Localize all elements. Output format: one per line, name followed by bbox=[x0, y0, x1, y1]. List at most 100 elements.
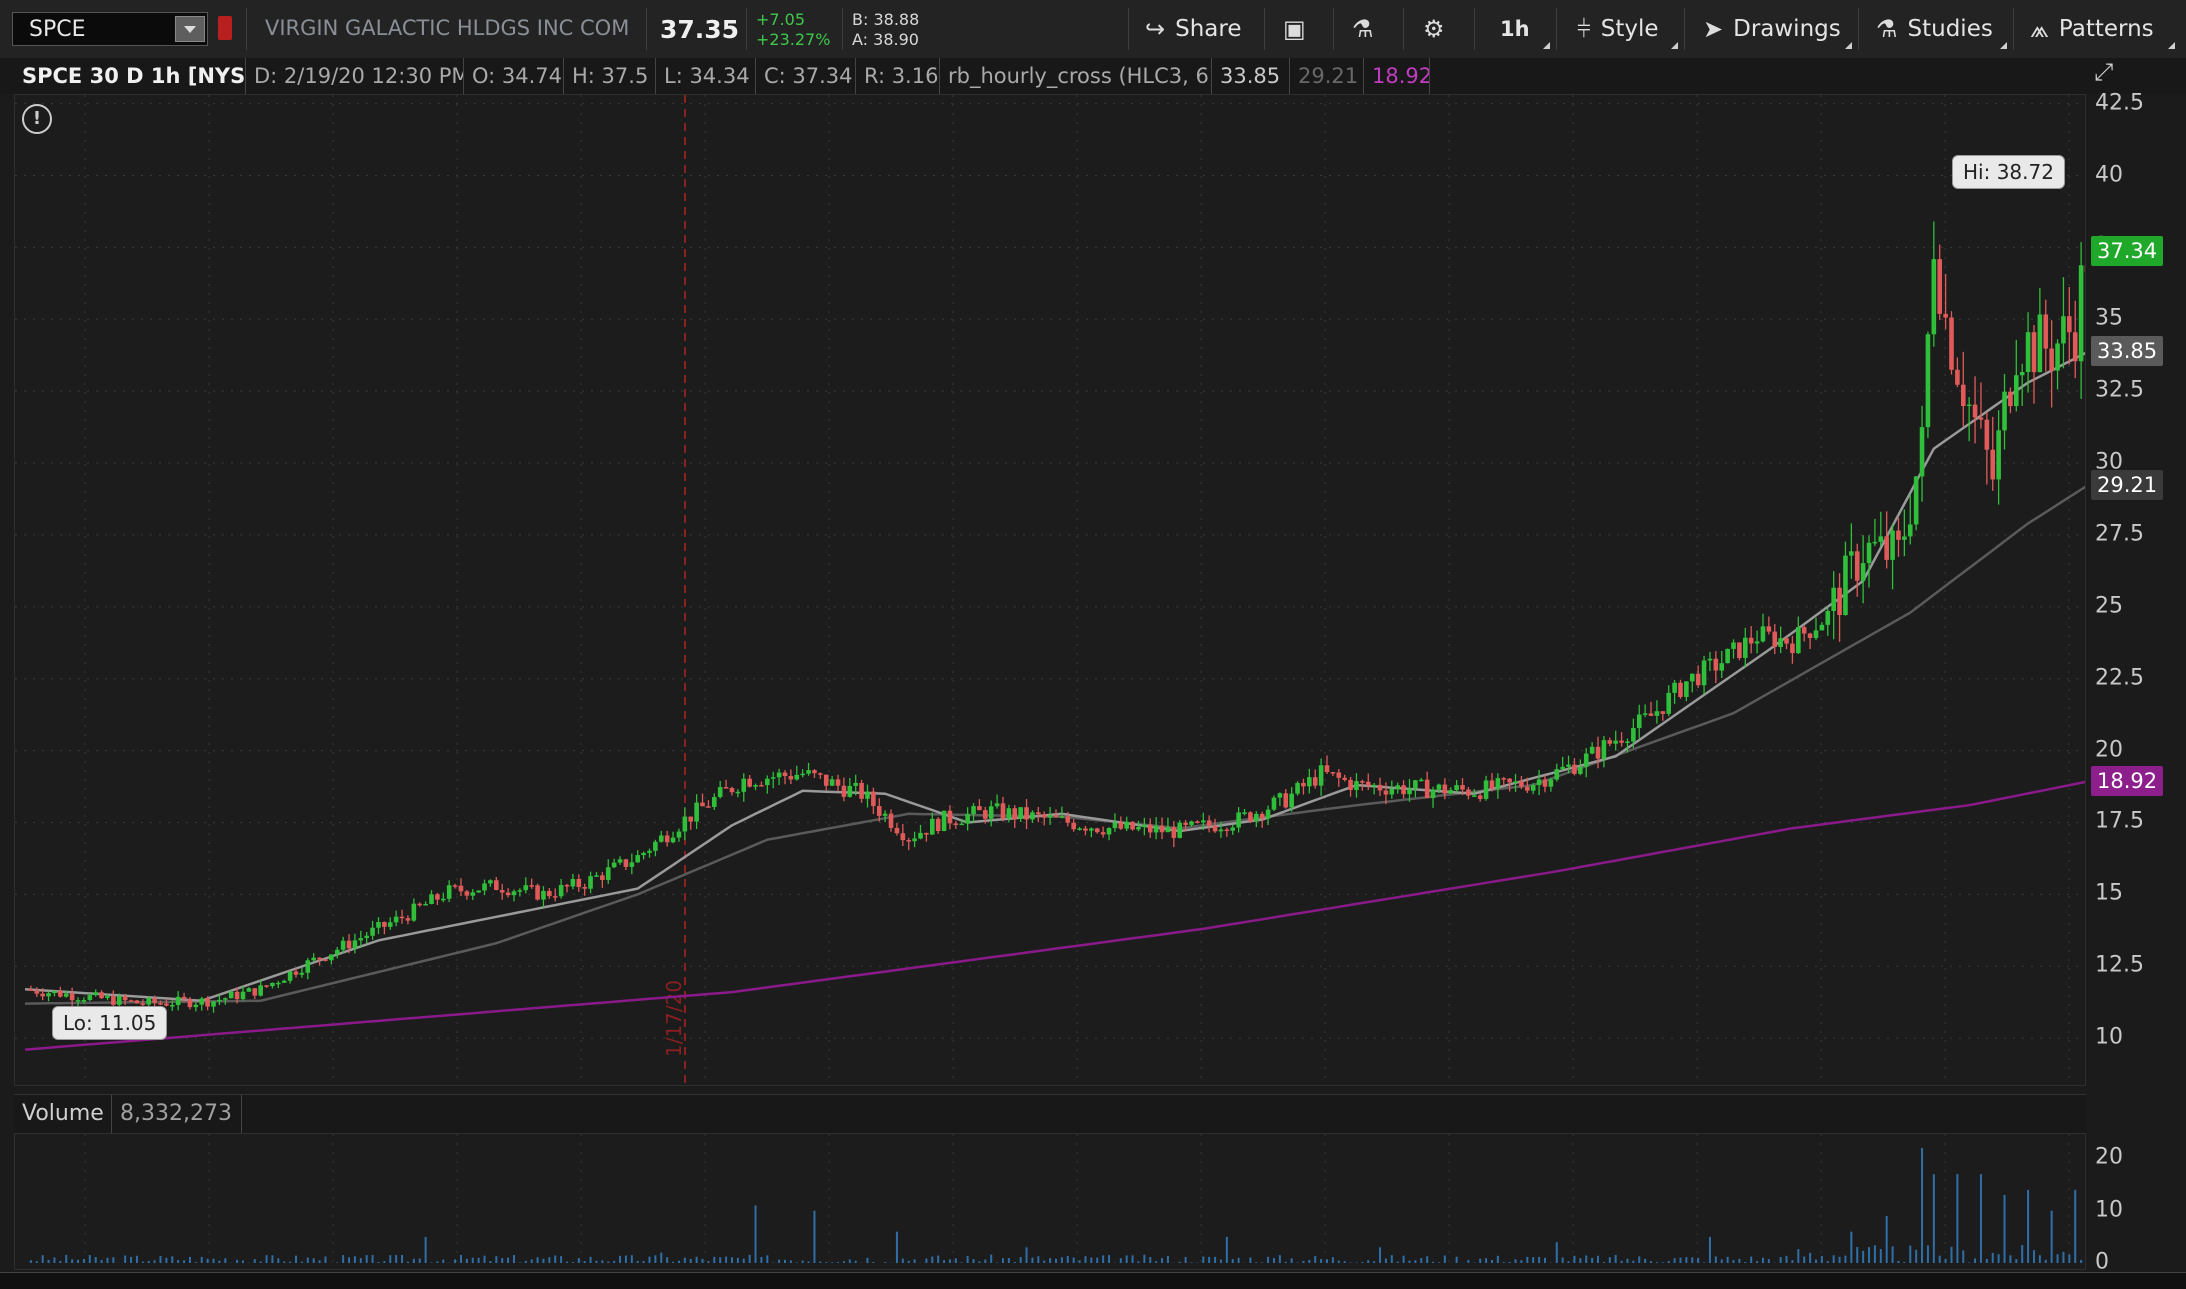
candle-up bbox=[2025, 332, 2031, 372]
candle-down bbox=[1695, 673, 1701, 686]
style-button[interactable]: ⫩ Style bbox=[1577, 0, 1659, 58]
candle-down bbox=[924, 832, 929, 835]
ma-slow-line bbox=[24, 485, 2085, 1005]
candle-down bbox=[1896, 530, 1901, 540]
candle-down bbox=[58, 990, 63, 997]
candle-down bbox=[841, 785, 847, 797]
volume-chart[interactable] bbox=[14, 1133, 2086, 1270]
candle-up bbox=[299, 972, 305, 975]
candle-down bbox=[729, 787, 735, 793]
candle-down bbox=[759, 785, 764, 787]
study-value-long: 18.92 bbox=[1364, 58, 1430, 94]
price-axis[interactable]: 42.54037.53532.53027.52522.52017.51512.5… bbox=[2087, 90, 2186, 1086]
candle-up bbox=[446, 885, 452, 899]
candle-down bbox=[1790, 643, 1795, 654]
candle-up bbox=[1548, 779, 1554, 787]
studies-button[interactable]: ⚗ Studies bbox=[1876, 0, 1993, 58]
candle-up bbox=[2055, 343, 2060, 371]
share-button[interactable]: ↪ Share bbox=[1145, 0, 1241, 58]
candle-up bbox=[423, 904, 428, 906]
bar-low: L: 34.34 bbox=[656, 58, 756, 94]
candle-up bbox=[1636, 714, 1642, 729]
symbol-selector[interactable]: SPCE bbox=[12, 12, 208, 46]
candle-down bbox=[417, 903, 423, 906]
candle-down bbox=[2049, 348, 2054, 371]
candle-up bbox=[941, 810, 947, 832]
low-callout: Lo: 11.05 bbox=[52, 1006, 168, 1040]
candle-up bbox=[1872, 541, 1878, 544]
candle-down bbox=[187, 999, 193, 1008]
candle-down bbox=[1960, 384, 1966, 407]
candle-down bbox=[34, 990, 40, 994]
candle-up bbox=[2061, 316, 2066, 344]
chart-title[interactable]: SPCE 30 D 1h [NYSE] bbox=[14, 58, 246, 94]
candle-down bbox=[723, 787, 729, 789]
candle-up bbox=[965, 814, 970, 824]
study-name[interactable]: rb_hourly_cross (HLC3, 6) bbox=[940, 58, 1212, 94]
candle-up bbox=[1242, 812, 1247, 814]
candle-up bbox=[1831, 587, 1836, 611]
bottom-scroll-bar[interactable] bbox=[0, 1272, 2186, 1289]
candle-down bbox=[1224, 829, 1230, 832]
patterns-label: Patterns bbox=[2058, 16, 2154, 42]
candle-up bbox=[193, 1004, 199, 1008]
candle-up bbox=[629, 862, 635, 867]
patterns-button[interactable]: ⩕ Patterns bbox=[2030, 0, 2154, 58]
candle-down bbox=[128, 1000, 134, 1002]
volume-axis: 20 10 0 bbox=[2087, 1133, 2186, 1275]
candle-up bbox=[853, 782, 858, 786]
candle-up bbox=[1931, 259, 1937, 335]
candle-up bbox=[1471, 795, 1477, 797]
drawings-button[interactable]: ➤ Drawings bbox=[1703, 0, 1841, 58]
toolbar-separator bbox=[1556, 8, 1557, 50]
candle-up bbox=[1654, 711, 1660, 716]
candle-down bbox=[1360, 781, 1365, 783]
candle-up bbox=[476, 890, 481, 893]
candle-up bbox=[116, 996, 122, 1005]
candle-up bbox=[1218, 829, 1224, 832]
volume-axis-tick: 10 bbox=[2095, 1197, 2123, 1223]
candle-down bbox=[1943, 313, 1948, 318]
chart-settings-grid-button[interactable]: ▣ bbox=[1283, 0, 1306, 58]
candle-down bbox=[894, 827, 900, 834]
chart-settings-button[interactable]: ⚙ bbox=[1423, 0, 1445, 58]
timeframe-button[interactable]: 1h bbox=[1500, 0, 1530, 58]
candle-down bbox=[1195, 821, 1200, 823]
symbol-dropdown-button[interactable] bbox=[175, 16, 205, 42]
candle-up bbox=[1059, 816, 1065, 818]
candle-up bbox=[105, 996, 110, 999]
candle-up bbox=[376, 922, 381, 928]
expand-chart-icon[interactable]: ⤢ bbox=[2094, 58, 2128, 90]
candle-down bbox=[2031, 332, 2037, 373]
candle-up bbox=[258, 985, 263, 996]
candle-down bbox=[1619, 740, 1624, 743]
candle-down bbox=[1377, 784, 1383, 791]
candle-up bbox=[611, 862, 617, 868]
candle-down bbox=[152, 998, 157, 1004]
candle-down bbox=[529, 885, 534, 887]
link-group-icon[interactable] bbox=[218, 16, 232, 40]
drawings-label: Drawings bbox=[1733, 16, 1841, 42]
candle-down bbox=[823, 774, 829, 786]
candle-down bbox=[1572, 764, 1577, 774]
candle-down bbox=[1807, 633, 1813, 639]
candle-up bbox=[1407, 788, 1412, 795]
candle-down bbox=[2072, 332, 2078, 362]
candle-up bbox=[794, 774, 800, 780]
candle-down bbox=[1024, 807, 1029, 820]
candle-up bbox=[717, 787, 723, 798]
candle-up bbox=[1124, 821, 1129, 829]
alert-icon[interactable]: ! bbox=[22, 104, 52, 134]
candle-up bbox=[1136, 827, 1141, 830]
percent-change: +23.27% bbox=[756, 30, 831, 49]
candle-up bbox=[1430, 789, 1436, 799]
share-label: Share bbox=[1175, 16, 1242, 42]
price-chart[interactable]: 1/17/20 bbox=[14, 94, 2086, 1086]
price-chart-svg: 1/17/20 bbox=[15, 95, 2085, 1085]
candle-down bbox=[181, 996, 187, 1000]
candle-down bbox=[499, 890, 505, 893]
thinkback-flask-button[interactable]: ⚗ bbox=[1352, 0, 1374, 58]
candle-down bbox=[1212, 825, 1218, 832]
candle-up bbox=[882, 813, 888, 816]
drawings-menu-corner bbox=[1845, 42, 1852, 49]
